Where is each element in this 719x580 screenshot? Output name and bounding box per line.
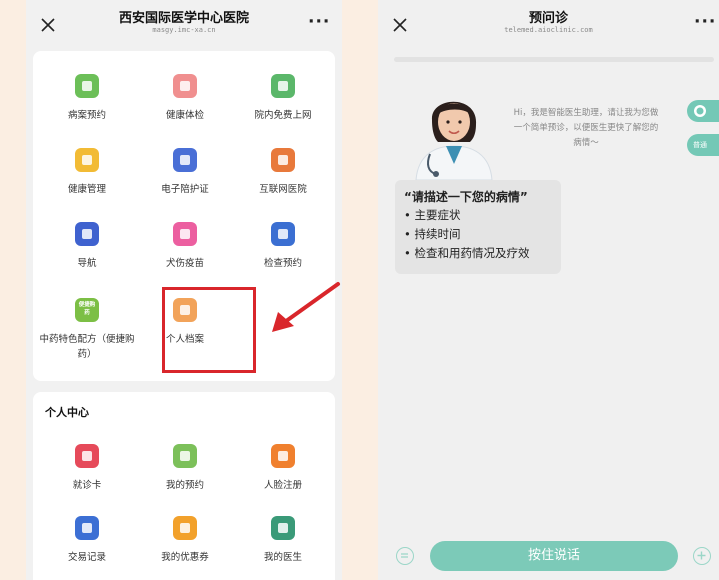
navigation-icon <box>75 222 99 246</box>
icon-badge-text: 便捷购药 <box>78 302 96 316</box>
service-tile[interactable]: 电子陪护证 <box>137 148 233 197</box>
more-menu-button[interactable]: ··· <box>694 12 716 32</box>
tile-label: 我的预约 <box>165 480 204 491</box>
shield-icon <box>75 148 99 172</box>
hospital-app-screen: 西安国际医学中心医院 masgy.imc-xa.cn ··· 病案预约 健康体检 院… <box>26 0 342 580</box>
personal-center-item[interactable]: 人脸注册 <box>235 444 331 493</box>
input-bar: 按住说话 <box>378 532 719 580</box>
service-tile[interactable]: 犬伤疫苗 <box>137 222 233 271</box>
hold-to-talk-button[interactable]: 按住说话 <box>430 541 678 571</box>
coupon-icon <box>173 516 197 540</box>
tile-label: 健康管理 <box>67 184 106 195</box>
wifi-icon <box>271 74 295 98</box>
section-title: 个人中心 <box>45 406 89 419</box>
service-tile[interactable]: 互联网医院 <box>235 148 331 197</box>
prompt-item: • 持续时间 <box>404 227 461 241</box>
service-tile[interactable]: 便捷购药中药特色配方（便捷购药） <box>39 298 135 362</box>
page-title: 西安国际医学中心医院 <box>118 11 249 26</box>
page-title: 预问诊 <box>528 11 568 26</box>
page-url: masgy.imc-xa.cn <box>152 26 216 34</box>
doctor-icon <box>271 516 295 540</box>
page-url: telemed.aioclinic.com <box>504 26 593 34</box>
service-tile[interactable]: 检查预约 <box>235 222 331 271</box>
dog-vaccine-icon <box>173 222 197 246</box>
assistant-greeting: Hi，我是智能医生助理，请让我为您做一个简单预诊，以便医生更快了解您的病情～ <box>513 108 659 148</box>
visit-card-icon <box>75 444 99 468</box>
personal-center-item[interactable]: 就诊卡 <box>39 444 135 493</box>
hospital-icon <box>271 148 295 172</box>
prompt-item: • 主要症状 <box>404 208 461 222</box>
keyboard-toggle-icon[interactable] <box>396 547 414 565</box>
doctor-avatar <box>415 101 493 180</box>
personal-center-item[interactable]: 我的优惠券 <box>137 516 233 565</box>
doctor-face-icon <box>694 105 706 117</box>
service-tile[interactable]: 院内免费上网 <box>235 74 331 123</box>
tile-label: 我的医生 <box>263 552 302 563</box>
tile-label: 院内免费上网 <box>254 110 312 121</box>
personal-center-card: 个人中心 就诊卡 我的预约 人脸注册交易记录 我的优惠券 我的医生 <box>33 392 335 580</box>
service-tile[interactable]: 健康体检 <box>137 74 233 123</box>
tile-label: 电子陪护证 <box>161 184 209 195</box>
pre-consultation-screen: 预问诊 telemed.aioclinic.com ··· Hi，我是智能医生助… <box>378 0 719 580</box>
personal-center-item[interactable]: 我的医生 <box>235 516 331 565</box>
tile-label: 互联网医院 <box>259 184 307 195</box>
tile-label: 健康体检 <box>165 110 204 121</box>
prompt-item: • 检查和用药情况及疗效 <box>404 246 530 260</box>
prompt-question: “请描述一下您的病情” <box>404 190 528 204</box>
progress-bar <box>394 57 714 62</box>
personal-center-item[interactable]: 我的预约 <box>137 444 233 493</box>
side-quick-button[interactable] <box>687 100 719 122</box>
transaction-icon <box>75 516 99 540</box>
clock-icon <box>173 444 197 468</box>
calendar-icon <box>271 222 295 246</box>
top-nav-bar: 西安国际医学中心医院 masgy.imc-xa.cn ··· <box>26 0 342 50</box>
highlight-box <box>162 287 256 373</box>
tile-label: 就诊卡 <box>72 480 102 491</box>
face-icon <box>271 444 295 468</box>
health-check-icon <box>173 74 197 98</box>
plus-icon[interactable] <box>693 547 711 565</box>
id-card-icon <box>173 148 197 172</box>
tile-label: 我的优惠券 <box>161 552 209 563</box>
symptom-prompt-bubble: “请描述一下您的病情” • 主要症状 • 持续时间 • 检查和用药情况及疗效 <box>395 180 561 274</box>
tile-label: 中药特色配方（便捷购药） <box>39 334 135 360</box>
tile-label: 交易记录 <box>67 552 106 563</box>
pointer-arrow-icon <box>272 282 340 332</box>
tile-label: 检查预约 <box>263 258 302 269</box>
personal-center-item[interactable]: 交易记录 <box>39 516 135 565</box>
tile-label: 犬伤疫苗 <box>165 258 204 269</box>
top-nav-bar: 预问诊 telemed.aioclinic.com ··· <box>378 0 719 50</box>
tile-label: 病案预约 <box>67 110 106 121</box>
service-tile[interactable]: 病案预约 <box>39 74 135 123</box>
service-tile[interactable]: 健康管理 <box>39 148 135 197</box>
more-menu-button[interactable]: ··· <box>308 12 330 32</box>
tile-label: 人脸注册 <box>263 480 302 491</box>
tile-label: 导航 <box>77 258 97 269</box>
general-consult-button[interactable]: 普通 <box>687 134 719 156</box>
service-tile[interactable]: 导航 <box>39 222 135 271</box>
medical-record-icon <box>75 74 99 98</box>
herbal-medicine-icon: 便捷购药 <box>75 298 99 322</box>
